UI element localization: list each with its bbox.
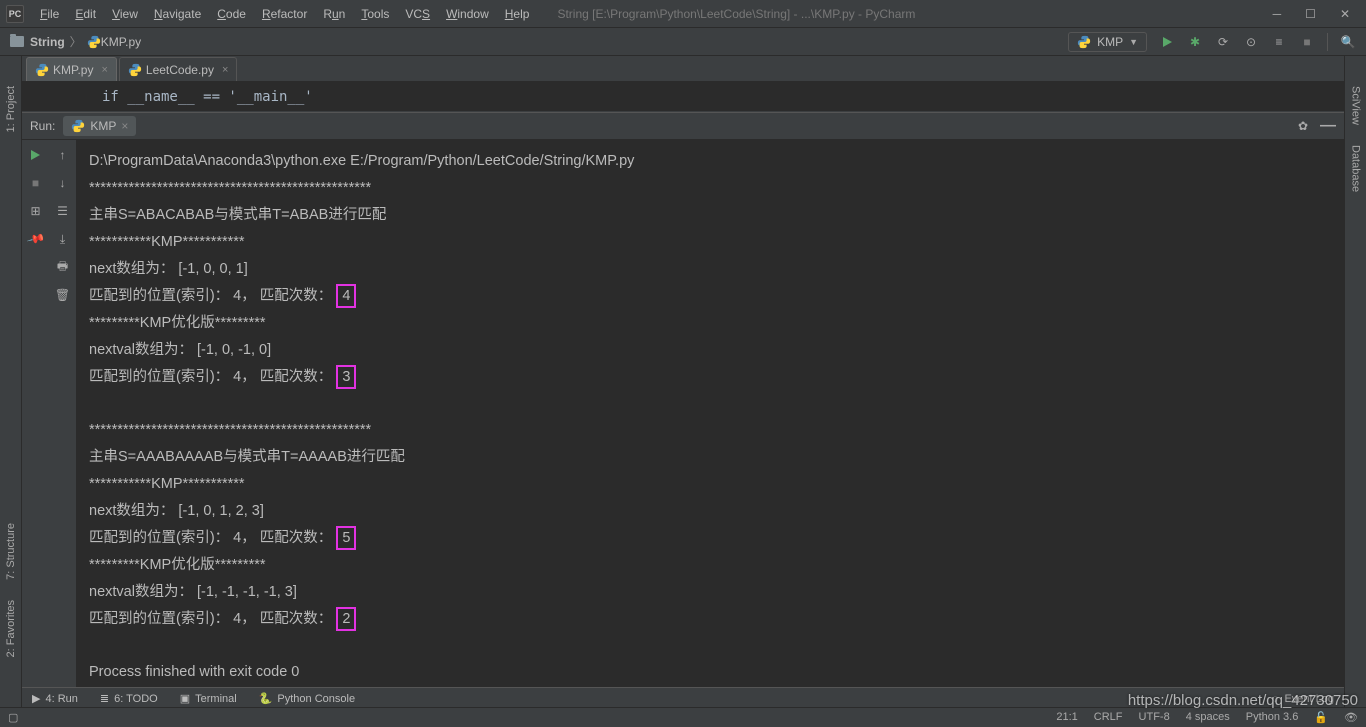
run-config-selector[interactable]: KMP ▼ [1068,32,1147,52]
caret-position[interactable]: 21:1 [1056,711,1077,724]
file-encoding[interactable]: UTF-8 [1139,711,1170,724]
run-panel: ■ ⊞ 📌 ↑ ↓ ☰ ⤓ 🖶 🗑 D:\ProgramData\Anacond… [22,140,1344,689]
highlight-box: 4 [336,284,356,308]
python-file-icon [87,35,101,49]
breadcrumb: String 〉 KMP.py [30,33,141,50]
title-bar: PC File Edit View Navigate Code Refactor… [0,0,1366,28]
python-icon [71,119,85,133]
editor-breadcrumb: if __name__ == '__main__' [22,82,1344,112]
database-tool[interactable]: Database [1350,145,1362,192]
rerun-button[interactable] [27,146,45,164]
tab-label: LeetCode.py [146,63,214,77]
bottom-toolbar: ▶ 4: Run ≣ 6: TODO ▣ Terminal 🐍 Python C… [22,687,1344,709]
project-tool[interactable]: 1: Project [5,86,17,132]
editor-tabs: KMP.py × LeetCode.py × [0,56,1366,82]
menu-vcs[interactable]: VCS [397,7,438,21]
hide-icon[interactable]: — [1320,117,1336,135]
coverage-button[interactable]: ⟳ [1215,34,1231,50]
close-icon[interactable]: × [101,64,107,76]
lock-icon[interactable]: 🔓 [1314,711,1328,724]
terminal-tool-window-button[interactable]: ▣ Terminal [180,692,237,705]
python-file-icon [35,63,49,77]
profile-button[interactable]: ⊙ [1243,34,1259,50]
highlight-box: 2 [336,607,356,631]
run-tool-window-button[interactable]: ▶ 4: Run [32,692,78,705]
structure-tool[interactable]: 7: Structure [5,523,17,580]
close-button[interactable]: ✕ [1340,7,1350,21]
main-menu: File Edit View Navigate Code Refactor Ru… [32,7,537,21]
event-log-button[interactable]: ◌ Event Log [1272,693,1334,705]
window-title: String [E:\Program\Python\LeetCode\Strin… [537,7,1272,21]
left-tool-stripe: 1: Project 7: Structure 2: Favorites [0,56,22,707]
close-icon[interactable]: × [121,119,128,133]
menu-view[interactable]: View [104,7,146,21]
menu-refactor[interactable]: Refactor [254,7,315,21]
menu-help[interactable]: Help [497,7,538,21]
chevron-down-icon: ▼ [1129,37,1138,47]
sciview-tool[interactable]: SciView [1350,86,1362,125]
python-icon [1077,35,1091,49]
highlight-box: 3 [336,365,356,389]
tab-leetcode[interactable]: LeetCode.py × [119,57,238,81]
indent-setting[interactable]: 4 spaces [1186,711,1230,724]
close-icon[interactable]: × [222,64,228,76]
run-config-label: KMP [1097,35,1123,49]
settings-icon[interactable]: ✿ [1298,119,1308,133]
python-console-tool-window-button[interactable]: 🐍 Python Console [259,692,355,705]
pin-icon[interactable]: 📌 [23,227,48,252]
menu-window[interactable]: Window [438,7,497,21]
inspect-icon[interactable]: 👁 [1344,711,1358,724]
status-bar: ▢ 21:1 CRLF UTF-8 4 spaces Python 3.6 🔓 … [0,707,1366,727]
interpreter[interactable]: Python 3.6 [1246,711,1299,724]
menu-tools[interactable]: Tools [353,7,397,21]
menu-file[interactable]: File [32,7,67,21]
run-gutter: ■ ⊞ 📌 ↑ ↓ ☰ ⤓ 🖶 🗑 [22,140,77,689]
menu-run[interactable]: Run [315,7,353,21]
run-label: Run: [30,119,55,133]
debug-button[interactable]: ✱ [1187,34,1203,50]
navigation-bar: String 〉 KMP.py KMP ▼ ✱ ⟳ ⊙ ≡ ■ 🔍 [0,28,1366,56]
layout-button[interactable]: ⊞ [27,202,45,220]
scroll-end-button[interactable]: ⤓ [54,230,72,248]
tab-label: KMP.py [53,63,93,77]
print-button[interactable]: 🖶 [54,258,72,276]
app-icon: PC [6,5,24,23]
up-button[interactable]: ↑ [54,146,72,164]
breadcrumb-folder[interactable]: String [30,35,65,49]
console-output[interactable]: D:\ProgramData\Anaconda3\python.exe E:/P… [77,140,1344,689]
run-button[interactable] [1159,34,1175,50]
menu-code[interactable]: Code [209,7,254,21]
menu-navigate[interactable]: Navigate [146,7,209,21]
run-tab-label: KMP [90,119,116,133]
favorites-tool[interactable]: 2: Favorites [5,600,17,657]
concurrency-button[interactable]: ≡ [1271,34,1287,50]
menu-edit[interactable]: Edit [67,7,104,21]
breadcrumb-file[interactable]: KMP.py [101,35,141,49]
run-panel-header: Run: KMP × ✿ — [22,112,1344,140]
search-button[interactable]: 🔍 [1340,34,1356,50]
tool-window-toggle[interactable]: ▢ [8,711,18,724]
minimize-button[interactable]: ─ [1273,7,1282,21]
line-separator[interactable]: CRLF [1094,711,1123,724]
right-tool-stripe: SciView Database [1344,56,1366,707]
soft-wrap-button[interactable]: ☰ [54,202,72,220]
run-tab[interactable]: KMP × [63,116,136,136]
highlight-box: 5 [336,526,356,550]
stop-button[interactable]: ■ [27,174,45,192]
trash-button[interactable]: 🗑 [54,286,72,304]
tab-kmp[interactable]: KMP.py × [26,57,117,81]
down-button[interactable]: ↓ [54,174,72,192]
todo-tool-window-button[interactable]: ≣ 6: TODO [100,692,158,705]
stop-button[interactable]: ■ [1299,34,1315,50]
python-file-icon [128,63,142,77]
maximize-button[interactable]: ☐ [1305,7,1316,21]
folder-icon [10,36,24,47]
